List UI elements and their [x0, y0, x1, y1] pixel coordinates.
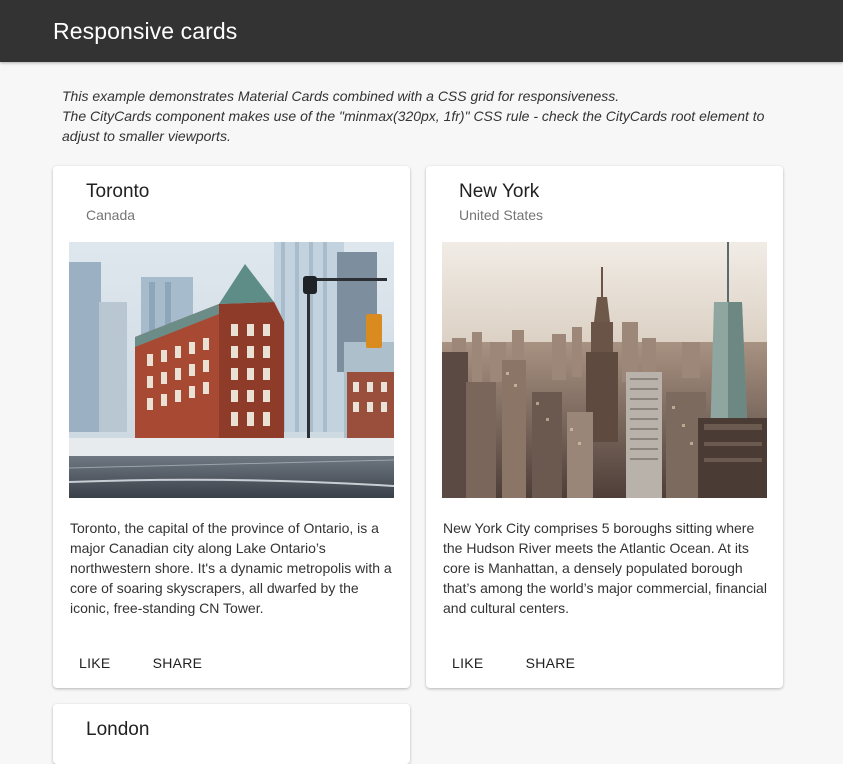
share-button[interactable]: SHARE [508, 645, 594, 681]
app-bar: Responsive cards [0, 0, 843, 62]
intro-line-2: The CityCards component makes use of the… [62, 108, 765, 144]
app-title: Responsive cards [53, 17, 238, 44]
card-header: Toronto Canada [53, 166, 410, 242]
card-actions: LIKE SHARE [61, 645, 220, 681]
intro-text: This example demonstrates Material Cards… [62, 86, 782, 146]
intro-line-1: This example demonstrates Material Cards… [62, 88, 620, 104]
card-actions: LIKE SHARE [434, 645, 593, 681]
card-description: New York City comprises 5 boroughs sitti… [443, 520, 767, 616]
toronto-photo [69, 242, 394, 498]
card-title: Toronto [86, 181, 150, 202]
new-york-photo [442, 242, 767, 498]
like-button[interactable]: LIKE [434, 645, 502, 681]
like-button[interactable]: LIKE [61, 645, 129, 681]
card-header: London [53, 704, 410, 764]
card-header: New York United States [426, 166, 783, 242]
card-title: New York [459, 181, 540, 202]
card-description: Toronto, the capital of the province of … [70, 520, 392, 616]
city-card-london: London [53, 704, 410, 764]
city-card-new-york: New York United States New York City com… [426, 166, 783, 688]
city-card-toronto: Toronto Canada Toronto, the capital of t… [53, 166, 410, 688]
card-subtitle: Canada [86, 207, 136, 223]
share-button[interactable]: SHARE [135, 645, 221, 681]
card-subtitle: United States [459, 207, 544, 223]
card-title: London [86, 719, 150, 740]
